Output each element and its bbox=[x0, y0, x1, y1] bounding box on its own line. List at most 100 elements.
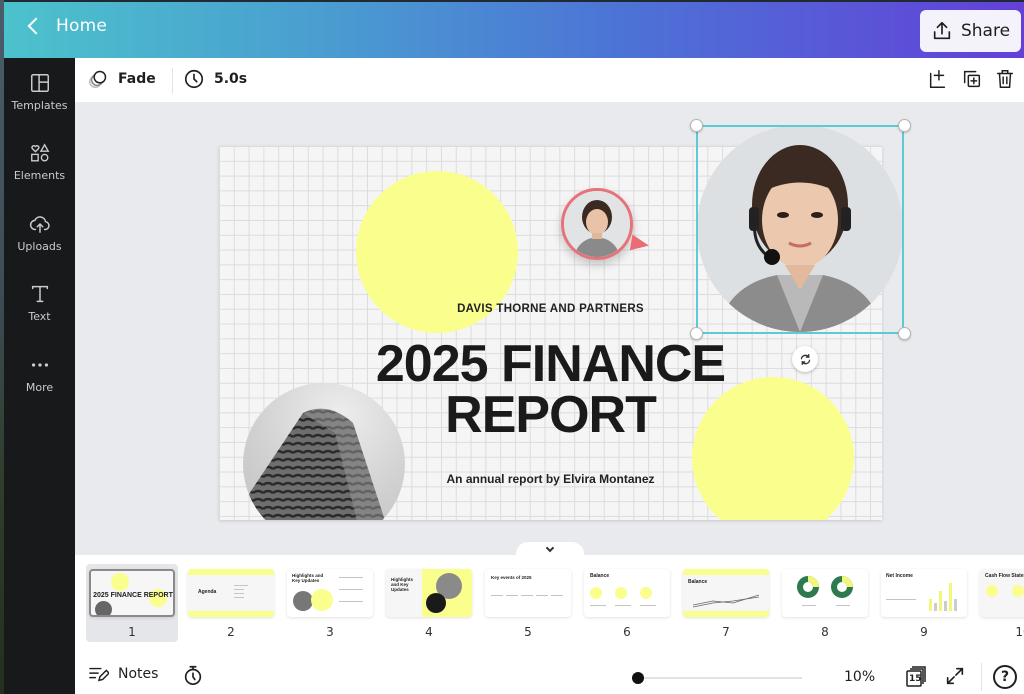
add-page-button[interactable] bbox=[927, 68, 951, 92]
zoom-level[interactable]: 10% bbox=[844, 669, 875, 685]
rotate-handle[interactable] bbox=[792, 346, 818, 372]
bottom-divider bbox=[981, 663, 982, 691]
trash-icon bbox=[996, 70, 1014, 88]
thumb-title: Agenda bbox=[198, 589, 217, 595]
sidebar-label: Elements bbox=[13, 169, 66, 182]
page-number: 5 bbox=[524, 625, 532, 639]
page-thumbnail-3[interactable]: Highlights and Key Updates bbox=[287, 569, 373, 617]
resize-handle-top-right[interactable] bbox=[898, 119, 911, 132]
clock-icon bbox=[184, 69, 204, 89]
thumb-title: Balance bbox=[590, 573, 610, 579]
notes-label: Notes bbox=[118, 666, 159, 682]
resize-handle-bottom-right[interactable] bbox=[898, 327, 911, 340]
page-thumbnails-strip: 2025 FINANCE REPORT 1 Agenda 2 Highlight… bbox=[75, 555, 1024, 647]
top-header: Home Share bbox=[4, 0, 1024, 58]
page-number: 2 bbox=[227, 625, 235, 639]
rotate-icon bbox=[800, 353, 810, 365]
page-number: 3 bbox=[326, 625, 334, 639]
chevron-down-icon bbox=[545, 543, 555, 553]
question-mark-icon: ? bbox=[1000, 669, 1010, 685]
transition-button[interactable]: Fade bbox=[87, 68, 156, 90]
thumb-title: Highlights and Key Updates bbox=[391, 577, 413, 592]
title-line-2: REPORT bbox=[445, 386, 657, 444]
title-line-1: 2025 FINANCE bbox=[375, 335, 726, 393]
thumb-title: Highlights and Key Updates bbox=[292, 573, 324, 583]
toolbar-divider bbox=[172, 68, 173, 94]
page-thumbnail-1[interactable]: 2025 FINANCE REPORT bbox=[89, 569, 175, 617]
page-number: 8 bbox=[821, 625, 829, 639]
page-toolbar: Fade 5.0s bbox=[75, 58, 1024, 103]
share-button[interactable]: Share bbox=[920, 10, 1021, 52]
person-portrait bbox=[564, 191, 630, 257]
editor-window: Home Share Templates Elements Uploads Te… bbox=[4, 0, 1024, 694]
speech-tail-shape bbox=[629, 234, 651, 254]
expand-icon bbox=[946, 667, 964, 685]
add-page-icon bbox=[929, 70, 946, 88]
thumb-title: Cash Flow Statement bbox=[985, 573, 1024, 579]
thumb-title: Net Income bbox=[886, 573, 913, 579]
slide-title[interactable]: 2025 FINANCE REPORT bbox=[219, 335, 882, 444]
page-number: 1 bbox=[128, 625, 136, 639]
page-thumbnail-8[interactable] bbox=[782, 569, 868, 617]
duration-label: 5.0s bbox=[214, 71, 248, 87]
fade-transition-icon bbox=[89, 70, 107, 88]
design-canvas[interactable]: DAVIS THORNE AND PARTNERS 2025 FINANCE R… bbox=[75, 103, 1024, 555]
page-thumbnail-5[interactable]: Key events of 2025 bbox=[485, 569, 571, 617]
home-label: Home bbox=[56, 16, 108, 36]
sidebar-item-uploads[interactable]: Uploads bbox=[4, 213, 75, 253]
fullscreen-button[interactable] bbox=[944, 665, 966, 687]
small-avatar-group[interactable] bbox=[561, 188, 651, 260]
help-button[interactable]: ? bbox=[993, 665, 1017, 689]
zoom-slider-track[interactable] bbox=[636, 677, 802, 679]
sidebar-item-templates[interactable]: Templates bbox=[4, 72, 75, 112]
sidebar-label: More bbox=[25, 381, 54, 394]
page-number: 4 bbox=[425, 625, 433, 639]
sidebar-item-more[interactable]: More bbox=[4, 354, 75, 394]
duplicate-page-button[interactable] bbox=[961, 68, 985, 92]
page-thumbnail-2[interactable]: Agenda bbox=[188, 569, 274, 617]
templates-icon bbox=[30, 74, 49, 92]
sidebar-label: Text bbox=[28, 310, 51, 323]
delete-page-button[interactable] bbox=[994, 68, 1018, 92]
elements-icon bbox=[30, 143, 49, 162]
sidebar-item-text[interactable]: Text bbox=[4, 283, 75, 323]
page-thumbnail-10[interactable]: Cash Flow Statement bbox=[980, 569, 1024, 617]
share-label: Share bbox=[960, 21, 1011, 41]
resize-handle-bottom-left[interactable] bbox=[690, 327, 703, 340]
page-thumbnail-7[interactable]: Balance bbox=[683, 569, 769, 617]
stopwatch-icon bbox=[184, 665, 202, 685]
page-number: 9 bbox=[920, 625, 928, 639]
bottom-bar: Notes 10% 15 ? bbox=[75, 647, 1024, 694]
resize-handle-top-left[interactable] bbox=[690, 119, 703, 132]
share-upload-icon bbox=[933, 21, 951, 40]
page-number: 6 bbox=[623, 625, 631, 639]
duplicate-page-icon bbox=[963, 70, 981, 88]
more-icon bbox=[31, 363, 48, 367]
text-icon bbox=[31, 285, 48, 303]
left-sidebar: Templates Elements Uploads Text More bbox=[4, 58, 75, 694]
sidebar-item-elements[interactable]: Elements bbox=[4, 142, 75, 182]
thumb-title: 2025 FINANCE REPORT bbox=[93, 592, 173, 599]
duration-button[interactable]: 5.0s bbox=[183, 68, 247, 90]
uploads-icon bbox=[29, 216, 50, 233]
small-avatar-photo[interactable] bbox=[561, 188, 633, 260]
transition-label: Fade bbox=[118, 71, 156, 87]
page-thumbnail-9[interactable]: Net Income bbox=[881, 569, 967, 617]
page-number: 7 bbox=[722, 625, 730, 639]
thumb-title: Key events of 2025 bbox=[491, 575, 532, 580]
slide-subtitle[interactable]: An annual report by Elvira Montanez bbox=[219, 472, 882, 486]
page-thumbnail-4[interactable]: Highlights and Key Updates bbox=[386, 569, 472, 617]
chevron-left-icon bbox=[27, 17, 45, 35]
page-thumbnail-6[interactable]: Balance bbox=[584, 569, 670, 617]
thumb-title: Balance bbox=[688, 579, 708, 585]
page-count-button[interactable]: 15 bbox=[905, 664, 929, 688]
selection-bounding-box bbox=[696, 125, 904, 334]
notes-button[interactable]: Notes bbox=[89, 665, 158, 683]
page-count: 15 bbox=[909, 674, 922, 684]
home-back-button[interactable]: Home bbox=[26, 16, 107, 36]
sidebar-label: Templates bbox=[11, 99, 68, 112]
zoom-slider-thumb[interactable] bbox=[632, 672, 644, 684]
page-number: 10 bbox=[1015, 625, 1024, 639]
timer-button[interactable] bbox=[182, 664, 204, 686]
sidebar-label: Uploads bbox=[17, 240, 62, 253]
